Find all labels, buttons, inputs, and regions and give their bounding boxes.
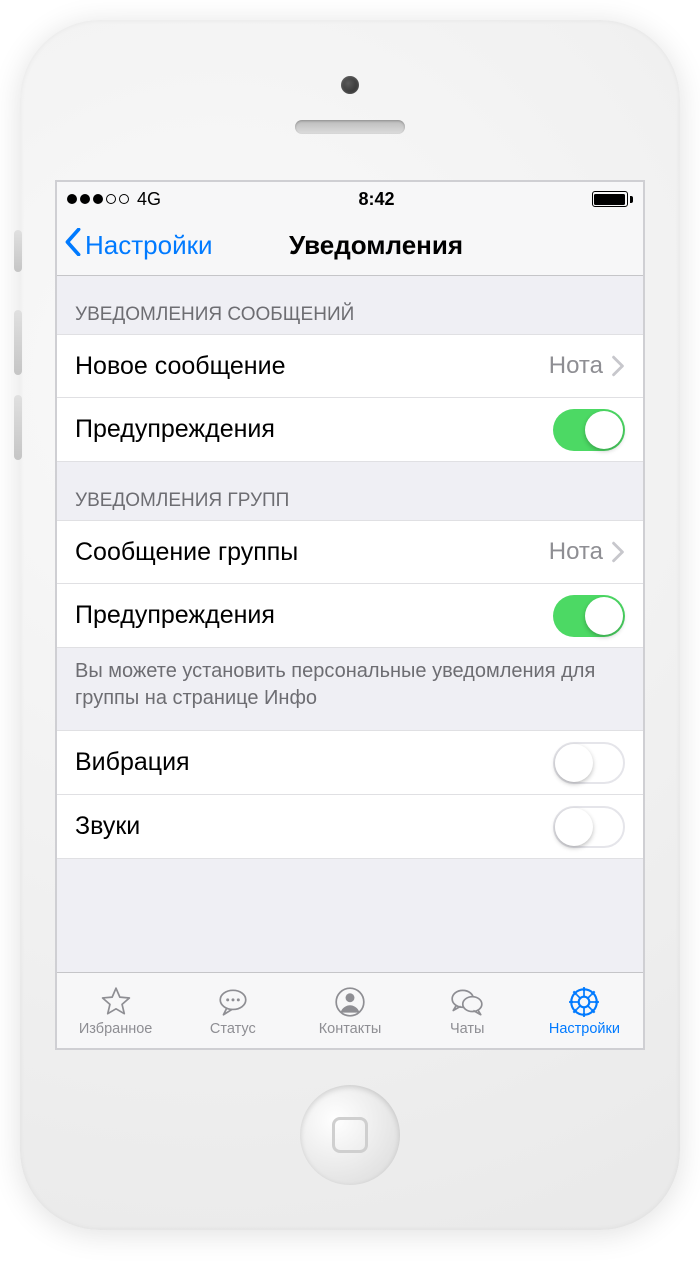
row-label: Вибрация: [75, 748, 553, 777]
carrier-label: 4G: [137, 189, 161, 210]
tab-label: Статус: [210, 1021, 256, 1037]
chevron-left-icon: [63, 228, 83, 263]
front-camera: [341, 76, 359, 94]
row-label: Новое сообщение: [75, 352, 549, 381]
vibration-toggle[interactable]: [553, 742, 625, 784]
row-label: Сообщение группы: [75, 538, 549, 567]
row-label: Предупреждения: [75, 601, 553, 630]
side-button: [14, 395, 22, 460]
tab-bar: Избранное Статус Контакты Чаты: [57, 972, 643, 1048]
section-header-messages: УВЕДОМЛЕНИЯ СООБЩЕНИЙ: [57, 276, 643, 334]
battery-icon: [592, 191, 633, 207]
tab-settings[interactable]: Настройки: [526, 973, 643, 1048]
screen: 4G 8:42 Настройки Уведомления УВЕДОМЛЕНИ…: [55, 180, 645, 1050]
back-label: Настройки: [85, 230, 213, 261]
clock: 8:42: [358, 189, 394, 210]
settings-content[interactable]: УВЕДОМЛЕНИЯ СООБЩЕНИЙ Новое сообщение Но…: [57, 276, 643, 972]
speech-bubble-icon: [215, 985, 251, 1019]
sounds-toggle[interactable]: [553, 806, 625, 848]
tab-favorites[interactable]: Избранное: [57, 973, 174, 1048]
tab-contacts[interactable]: Контакты: [291, 973, 408, 1048]
row-group-alerts: Предупреждения: [57, 584, 643, 648]
gear-icon: [566, 985, 602, 1019]
tab-label: Контакты: [319, 1021, 382, 1037]
chats-icon: [449, 985, 485, 1019]
status-bar: 4G 8:42: [57, 182, 643, 216]
section-footer-note: Вы можете установить персональные уведом…: [57, 648, 643, 731]
row-new-message[interactable]: Новое сообщение Нота: [57, 334, 643, 398]
group-alerts-toggle[interactable]: [553, 595, 625, 637]
row-vibration: Вибрация: [57, 731, 643, 795]
home-button[interactable]: [300, 1085, 400, 1185]
star-icon: [98, 985, 134, 1019]
row-value: Нота: [549, 352, 603, 380]
tab-status[interactable]: Статус: [174, 973, 291, 1048]
chevron-right-icon: [611, 355, 625, 377]
navigation-bar: Настройки Уведомления: [57, 216, 643, 276]
tab-label: Избранное: [79, 1021, 152, 1037]
signal-strength-icon: [67, 194, 129, 204]
device-frame: 4G 8:42 Настройки Уведомления УВЕДОМЛЕНИ…: [20, 20, 680, 1230]
tab-chats[interactable]: Чаты: [409, 973, 526, 1048]
row-label: Предупреждения: [75, 415, 553, 444]
tab-label: Настройки: [549, 1021, 620, 1037]
section-header-groups: УВЕДОМЛЕНИЯ ГРУПП: [57, 462, 643, 520]
row-message-alerts: Предупреждения: [57, 398, 643, 462]
message-alerts-toggle[interactable]: [553, 409, 625, 451]
row-label: Звуки: [75, 812, 553, 841]
page-title: Уведомления: [289, 230, 463, 261]
tab-label: Чаты: [450, 1021, 484, 1037]
person-icon: [332, 985, 368, 1019]
side-button: [14, 230, 22, 272]
back-button[interactable]: Настройки: [63, 228, 213, 263]
chevron-right-icon: [611, 541, 625, 563]
row-sounds: Звуки: [57, 795, 643, 859]
row-group-message[interactable]: Сообщение группы Нота: [57, 520, 643, 584]
earpiece: [295, 120, 405, 134]
side-button: [14, 310, 22, 375]
row-value: Нота: [549, 538, 603, 566]
